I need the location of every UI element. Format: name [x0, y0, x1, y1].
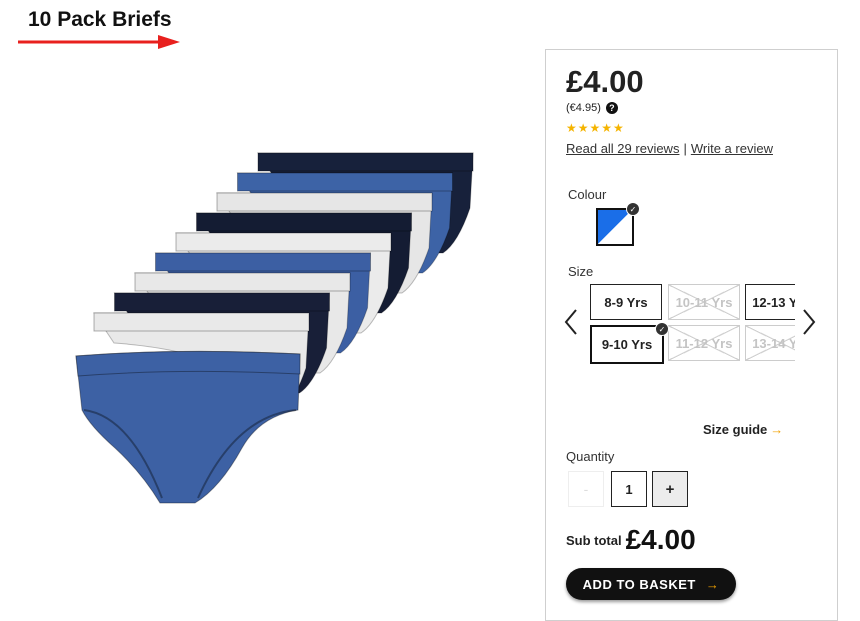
- subtotal-label: Sub total: [566, 533, 622, 548]
- read-reviews-link[interactable]: Read all 29 reviews: [566, 141, 679, 156]
- price: £4.00: [566, 64, 644, 99]
- red-arrow-icon: [18, 35, 180, 49]
- arrow-right-icon: →: [770, 422, 784, 437]
- add-to-basket-label: ADD TO BASKET: [582, 576, 696, 592]
- reviews-row: Read all 29 reviews | Write a review: [566, 141, 773, 156]
- subtotal-amount: £4.00: [625, 524, 696, 555]
- quantity-field[interactable]: 1: [611, 471, 647, 507]
- help-icon[interactable]: ?: [605, 102, 618, 114]
- size-guide-label: Size guide: [703, 422, 768, 437]
- size-carousel: 8-9 Yrs 10-11 Yrs 12-13 Yrs 9-10 Yrs 11-…: [588, 283, 795, 365]
- quantity-decrease-button[interactable]: -: [568, 471, 604, 507]
- product-image: [70, 148, 480, 508]
- quantity-label: Quantity: [566, 449, 615, 464]
- swatch-graphic: [598, 210, 632, 244]
- brief-front: [75, 350, 301, 504]
- size-guide-link[interactable]: Size guide →: [703, 422, 783, 437]
- size-button-9-10[interactable]: 9-10 Yrs: [590, 325, 664, 364]
- chevron-right-icon[interactable]: [801, 308, 817, 336]
- annotation-title: 10 Pack Briefs: [28, 8, 172, 31]
- quantity-increase-button[interactable]: +: [652, 471, 688, 507]
- rating-stars-icon: ★★★★★: [566, 121, 625, 135]
- arrow-right-icon: →: [705, 576, 720, 592]
- product-panel: £4.00 (€4.95) ? ★★★★★ Read all 29 review…: [545, 49, 838, 621]
- size-button-11-12[interactable]: 11-12 Yrs: [668, 325, 740, 361]
- add-to-basket-button[interactable]: ADD TO BASKET →: [566, 568, 736, 600]
- reviews-separator: |: [683, 141, 687, 156]
- colour-label: Colour: [568, 187, 607, 202]
- size-button-13-14[interactable]: 13-14 Yrs: [745, 325, 795, 361]
- size-button-10-11[interactable]: 10-11 Yrs: [668, 284, 740, 320]
- size-button-8-9[interactable]: 8-9 Yrs: [590, 284, 662, 320]
- size-button-12-13[interactable]: 12-13 Yrs: [745, 284, 795, 320]
- size-label: Size: [568, 264, 594, 279]
- alt-price: (€4.95): [566, 102, 601, 114]
- write-review-link[interactable]: Write a review: [691, 141, 773, 156]
- chevron-left-icon[interactable]: [563, 308, 579, 336]
- size-selected-check-icon: ✓: [655, 322, 669, 336]
- selected-check-icon: ✓: [626, 202, 640, 216]
- alt-price-row: (€4.95) ?: [566, 102, 618, 114]
- colour-swatch[interactable]: ✓: [596, 202, 640, 246]
- subtotal-row: Sub total £4.00: [566, 524, 696, 556]
